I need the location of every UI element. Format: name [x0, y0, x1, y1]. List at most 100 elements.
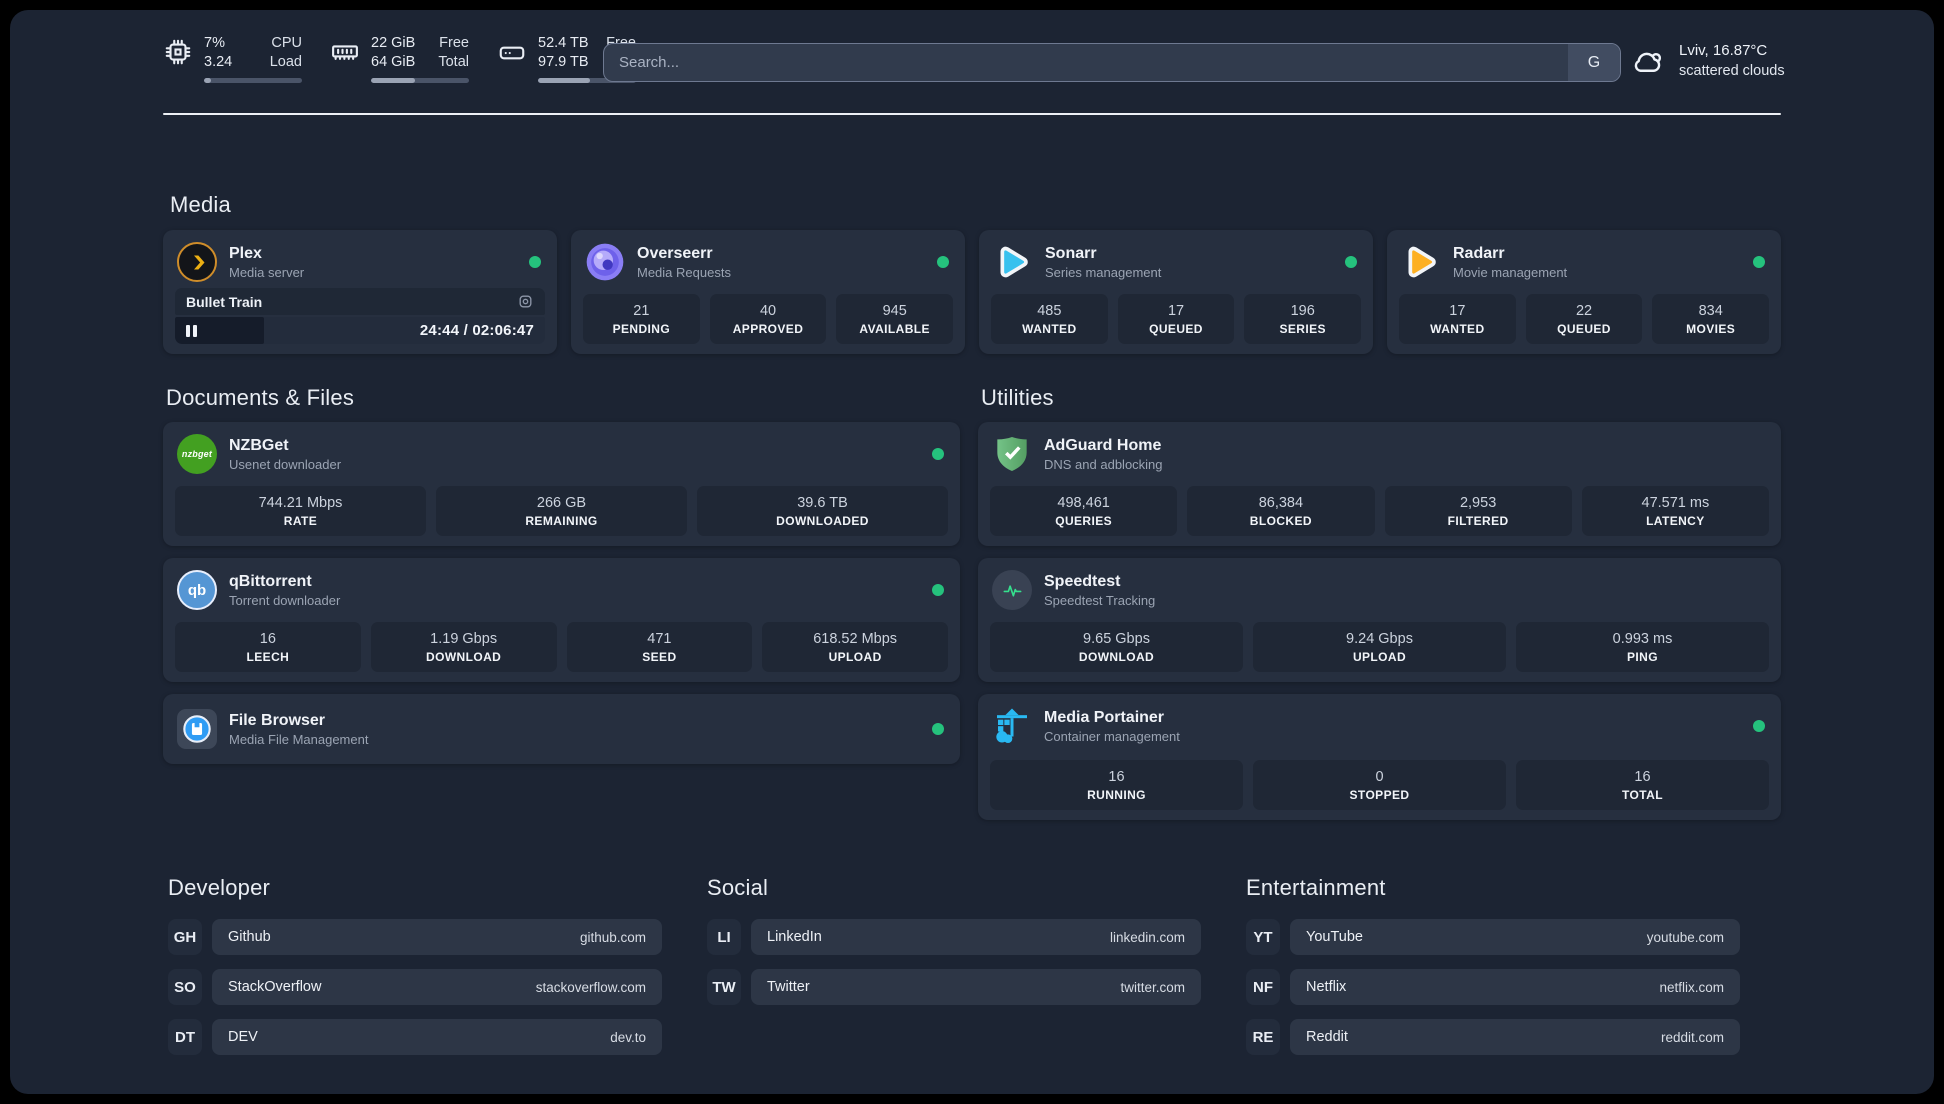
service-subtitle: Torrent downloader: [229, 593, 341, 608]
stat-tile: 86,384 BLOCKED: [1187, 486, 1375, 536]
plex-icon: [177, 242, 217, 282]
status-dot-online: [932, 448, 944, 460]
bookmark-abbr: DT: [168, 1019, 202, 1055]
stat-tile: 22 QUEUED: [1525, 294, 1643, 344]
stat-tile: 485 WANTED: [991, 294, 1108, 344]
stat-label: FILTERED: [1447, 513, 1509, 528]
bookmark-netflix[interactable]: NF Netflix netflix.com: [1246, 969, 1740, 1005]
stat-label: PENDING: [612, 321, 671, 336]
bookmark-group-social: Social LI LinkedIn linkedin.com TW Twitt…: [707, 874, 1201, 1069]
search-engine-button[interactable]: G: [1568, 44, 1620, 81]
cpu-stat: 7% 3.24 CPU Load: [163, 34, 302, 84]
service-subtitle: Container management: [1044, 729, 1180, 744]
stat-label: UPLOAD: [1352, 649, 1407, 664]
stat-label: SERIES: [1279, 321, 1326, 336]
stat-label: UPLOAD: [828, 649, 882, 664]
pause-icon[interactable]: [186, 324, 197, 337]
bookmark-dev[interactable]: DT DEV dev.to: [168, 1019, 662, 1055]
bookmark-name: StackOverflow: [228, 979, 322, 995]
stat-value: 9.65 Gbps: [1083, 630, 1150, 647]
card-adguard[interactable]: AdGuard Home DNS and adblocking 498,461 …: [978, 422, 1781, 546]
bookmark-twitter[interactable]: TW Twitter twitter.com: [707, 969, 1201, 1005]
card-nzbget[interactable]: nzbget NZBGet Usenet downloader 744.21 M…: [163, 422, 960, 546]
stat-label: DOWNLOAD: [426, 649, 502, 664]
storage-free: 52.4 TB: [538, 35, 589, 51]
stat-value: 485: [1037, 302, 1062, 319]
speedtest-icon: [992, 570, 1032, 610]
search-bar[interactable]: G: [603, 43, 1621, 82]
bookmark-youtube[interactable]: YT YouTube youtube.com: [1246, 919, 1740, 955]
bookmark-abbr: NF: [1246, 969, 1280, 1005]
bookmark-url: twitter.com: [1120, 979, 1185, 995]
stat-label: RATE: [283, 513, 318, 528]
stat-value: 47.571 ms: [1641, 494, 1710, 511]
service-subtitle: Media File Management: [229, 732, 369, 747]
bookmark-group-entertainment: Entertainment YT YouTube youtube.com NF …: [1246, 874, 1740, 1069]
bookmark-name: DEV: [228, 1029, 258, 1045]
cloud-icon: [1630, 43, 1666, 79]
stats-row: 17 WANTED 22 QUEUED 834 MOVIES: [1399, 294, 1770, 344]
bookmark-url: linkedin.com: [1109, 929, 1185, 945]
stat-tile: 16 LEECH: [175, 622, 361, 672]
bookmark-linkedin[interactable]: LI LinkedIn linkedin.com: [707, 919, 1201, 955]
stat-tile: 39.6 TB DOWNLOADED: [697, 486, 948, 536]
service-name: Plex: [229, 245, 262, 262]
card-overseerr[interactable]: Overseerr Media Requests 21 PENDING 40 A…: [571, 230, 965, 354]
overseerr-icon: [585, 242, 625, 282]
cpu-progress-bar: [204, 78, 302, 84]
section-title-media: Media: [170, 192, 231, 217]
cpu-icon: [163, 37, 193, 67]
stat-tile: 266 GB REMAINING: [436, 486, 687, 536]
bookmark-url: github.com: [579, 929, 646, 945]
stat-tile: 2,953 FILTERED: [1384, 486, 1572, 536]
card-filebrowser[interactable]: File Browser Media File Management: [163, 694, 960, 764]
search-input[interactable]: [604, 44, 1568, 81]
stat-value: 17: [1449, 302, 1466, 319]
stat-tile: 16 RUNNING: [990, 760, 1243, 810]
weather-location: Lviv, 16.87°C: [1679, 42, 1768, 59]
stat-tile: 0.993 ms PING: [1516, 622, 1769, 672]
stat-value: 40: [759, 302, 777, 319]
stat-value: 21: [633, 302, 650, 319]
cpu-load: 3.24: [204, 54, 233, 71]
stat-value: 9.24 Gbps: [1346, 630, 1413, 647]
stat-value: 498,461: [1057, 494, 1110, 511]
stat-value: 2,953: [1459, 494, 1497, 511]
stat-label: LATENCY: [1646, 513, 1705, 528]
card-qbittorrent[interactable]: qb qBittorrent Torrent downloader 16 LEE…: [163, 558, 960, 682]
stats-row: 16 LEECH 1.19 Gbps DOWNLOAD 471 SEED 618…: [175, 622, 948, 672]
stat-value: 618.52 Mbps: [813, 630, 898, 647]
cpu-percent: 7%: [204, 35, 225, 51]
stat-value: 16: [1108, 768, 1125, 785]
card-portainer[interactable]: Media Portainer Container management 16 …: [978, 694, 1781, 820]
now-playing-title: Bullet Train: [186, 293, 263, 310]
card-speedtest[interactable]: Speedtest Speedtest Tracking 9.65 Gbps D…: [978, 558, 1781, 682]
stat-tile: 47.571 ms LATENCY: [1581, 486, 1769, 536]
stat-tile: 21 PENDING: [583, 294, 700, 344]
stat-value: 16: [1634, 768, 1651, 785]
section-title-utilities: Utilities: [981, 385, 1054, 410]
stat-tile: 196 SERIES: [1244, 294, 1362, 344]
playback-progress-bar[interactable]: 24:44 / 02:06:47: [175, 317, 545, 344]
radarr-icon: [1401, 242, 1441, 282]
bookmark-reddit[interactable]: RE Reddit reddit.com: [1246, 1019, 1740, 1055]
bookmark-url: dev.to: [610, 1029, 646, 1045]
status-dot-online: [937, 256, 949, 268]
nzbget-icon: nzbget: [177, 434, 217, 474]
card-sonarr[interactable]: Sonarr Series management 485 WANTED 17 Q…: [979, 230, 1373, 354]
stat-value: 744.21 Mbps: [258, 494, 343, 511]
dashboard-panel: 7% 3.24 CPU Load 22 GiB 64 GiB Free Tota…: [10, 10, 1934, 1094]
stat-label: BLOCKED: [1249, 513, 1312, 528]
service-name: Sonarr: [1045, 245, 1097, 262]
service-subtitle: DNS and adblocking: [1044, 457, 1163, 472]
storage-progress-fill: [538, 78, 590, 84]
stat-value: 17: [1167, 302, 1185, 319]
storage-total: 97.9 TB: [538, 54, 589, 71]
section-title-entertainment: Entertainment: [1246, 875, 1386, 900]
stat-value: 39.6 TB: [797, 494, 848, 511]
card-plex[interactable]: Plex Media server Bullet Train 24:44 / 0…: [163, 230, 557, 354]
card-radarr[interactable]: Radarr Movie management 17 WANTED 22 QUE…: [1387, 230, 1781, 354]
bookmark-stackoverflow[interactable]: SO StackOverflow stackoverflow.com: [168, 969, 662, 1005]
bookmark-github[interactable]: GH Github github.com: [168, 919, 662, 955]
bookmark-abbr: GH: [168, 919, 202, 955]
